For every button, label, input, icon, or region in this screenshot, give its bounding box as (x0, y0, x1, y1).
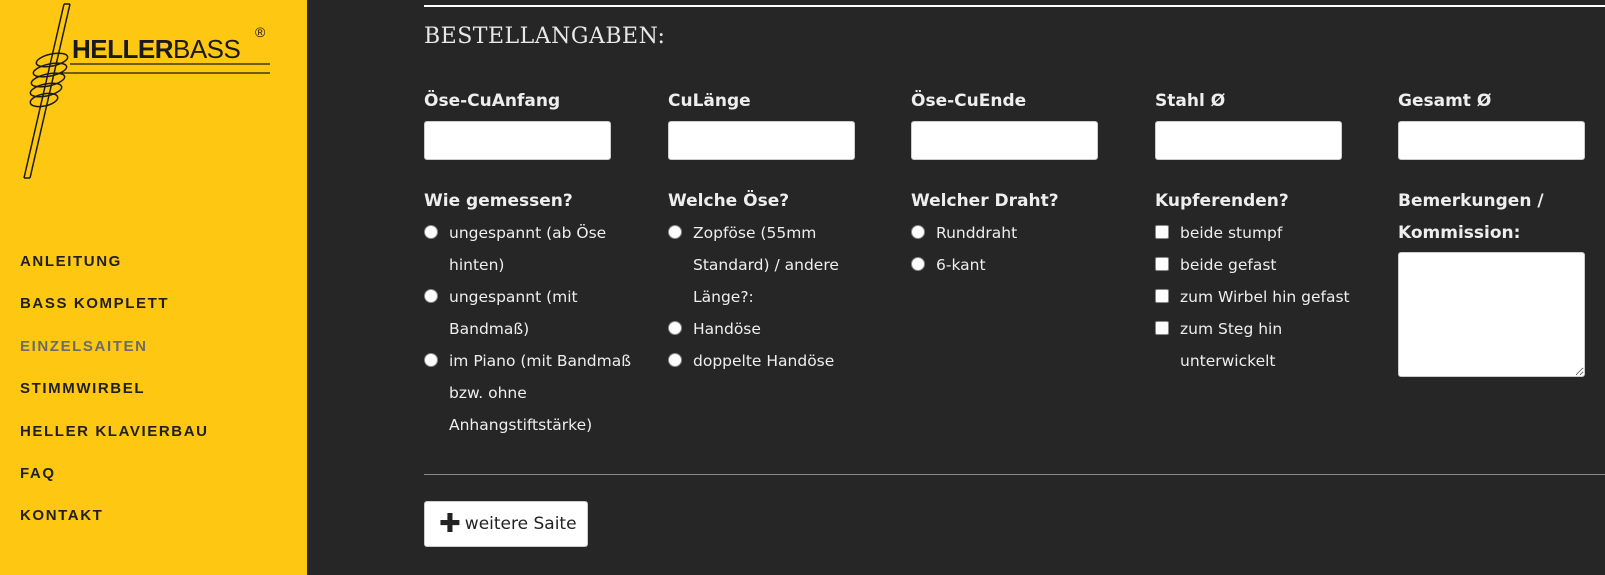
option-label: Runddraht (936, 224, 1018, 242)
order-form: BESTELLANGABEN: Öse-CuAnfang CuLänge Öse… (307, 0, 1605, 575)
eyelet-option[interactable]: Handöse (668, 313, 883, 345)
measured-option[interactable]: ungespannt (ab Öse hinten) (424, 217, 639, 281)
eyelet-option[interactable]: doppelte Handöse (668, 345, 883, 377)
gesamt-durchmesser-input[interactable] (1398, 121, 1585, 160)
radio-button[interactable] (424, 289, 438, 303)
wire-option[interactable]: Runddraht (911, 217, 1126, 249)
eyelet-option[interactable]: Zopföse (55mm Standard) / andere Länge?: (668, 217, 883, 313)
nav-item-einzelsaiten[interactable]: EINZELSAITEN (20, 335, 209, 377)
option-label: ungespannt (ab Öse hinten) (449, 224, 607, 274)
radio-button[interactable] (668, 225, 682, 239)
nav-item-faq[interactable]: FAQ (20, 462, 209, 504)
option-label: beide gefast (1180, 256, 1277, 274)
copper-ends-option[interactable]: zum Steg hin unterwickelt (1155, 313, 1370, 377)
checkbox[interactable] (1155, 257, 1169, 271)
radio-button[interactable] (424, 225, 438, 239)
plus-icon: ✚ (439, 509, 461, 539)
option-label: beide stumpf (1180, 224, 1283, 242)
measured-option[interactable]: im Piano (mit Bandmaß bzw. ohne Anhangst… (424, 345, 639, 441)
measured-group: Wie gemessen? ungespannt (ab Öse hinten)… (424, 185, 639, 441)
field-label: CuLänge (668, 91, 751, 111)
nav-item-stimmwirbel[interactable]: STIMMWIRBEL (20, 377, 209, 419)
field-oese-cu-ende: Öse-CuEnde (911, 85, 1126, 160)
add-string-button[interactable]: ✚ weitere Saite (424, 501, 588, 547)
field-label: Öse-CuAnfang (424, 91, 561, 111)
add-string-label: weitere Saite (464, 514, 577, 534)
bottom-divider (424, 474, 1605, 475)
option-label: Zopföse (55mm Standard) / andere Länge?: (693, 224, 839, 306)
wire-group: Welcher Draht? Runddraht 6-kant (911, 185, 1126, 281)
remarks-label: Bemerkungen / Kommission: (1398, 191, 1544, 243)
wire-label: Welcher Draht? (911, 191, 1059, 211)
copper-ends-label: Kupferenden? (1155, 191, 1289, 211)
option-label: ungespannt (mit Bandmaß) (449, 288, 578, 338)
radio-button[interactable] (668, 353, 682, 367)
registered-mark: ® (255, 24, 266, 40)
copper-ends-option[interactable]: zum Wirbel hin gefast (1155, 281, 1370, 313)
measured-option[interactable]: ungespannt (mit Bandmaß) (424, 281, 639, 345)
option-label: zum Wirbel hin gefast (1180, 288, 1350, 306)
checkbox[interactable] (1155, 321, 1169, 335)
top-divider (424, 5, 1605, 7)
copper-ends-group: Kupferenden? beide stumpf beide gefast z… (1155, 185, 1370, 377)
eyelet-group: Welche Öse? Zopföse (55mm Standard) / an… (668, 185, 883, 377)
option-label: zum Steg hin unterwickelt (1180, 320, 1283, 370)
nav-item-heller-klavierbau[interactable]: HELLER KLAVIERBAU (20, 420, 209, 462)
main-nav: ANLEITUNG BASS KOMPLETT EINZELSAITEN STI… (20, 250, 209, 547)
copper-ends-option[interactable]: beide gefast (1155, 249, 1370, 281)
logo-wordmark-light: BASS (173, 34, 241, 64)
radio-button[interactable] (668, 321, 682, 335)
nav-item-bass-komplett[interactable]: BASS KOMPLETT (20, 292, 209, 334)
field-cu-laenge: CuLänge (668, 85, 883, 160)
bass-string-logo-icon (23, 3, 270, 179)
field-label: Stahl Ø (1155, 91, 1226, 111)
nav-item-kontakt[interactable]: KONTAKT (20, 504, 209, 546)
copper-ends-option[interactable]: beide stumpf (1155, 217, 1370, 249)
cu-laenge-input[interactable] (668, 121, 855, 160)
checkbox[interactable] (1155, 225, 1169, 239)
option-label: 6-kant (936, 256, 986, 274)
wire-option[interactable]: 6-kant (911, 249, 1126, 281)
radio-button[interactable] (911, 225, 925, 239)
eyelet-label: Welche Öse? (668, 191, 790, 211)
measured-label: Wie gemessen? (424, 191, 573, 211)
field-label: Gesamt Ø (1398, 91, 1492, 111)
radio-button[interactable] (911, 257, 925, 271)
logo-wordmark-bold: HELLER (72, 34, 174, 64)
hellerbass-logo[interactable]: HELLERBASS ® (14, 0, 274, 185)
field-oese-cu-anfang: Öse-CuAnfang (424, 85, 639, 160)
radio-button[interactable] (424, 353, 438, 367)
oese-cu-anfang-input[interactable] (424, 121, 611, 160)
option-label: im Piano (mit Bandmaß bzw. ohne Anhangst… (449, 352, 631, 434)
option-label: doppelte Handöse (693, 352, 835, 370)
remarks-group: Bemerkungen / Kommission: (1398, 185, 1598, 377)
oese-cu-ende-input[interactable] (911, 121, 1098, 160)
nav-item-anleitung[interactable]: ANLEITUNG (20, 250, 209, 292)
section-title: BESTELLANGABEN: (424, 24, 666, 49)
field-stahl-durchmesser: Stahl Ø (1155, 85, 1370, 160)
stahl-durchmesser-input[interactable] (1155, 121, 1342, 160)
remarks-textarea[interactable] (1398, 252, 1585, 377)
sidebar: HELLERBASS ® ANLEITUNG BASS KOMPLETT EIN… (0, 0, 307, 575)
field-gesamt-durchmesser: Gesamt Ø (1398, 85, 1605, 160)
checkbox[interactable] (1155, 289, 1169, 303)
option-label: Handöse (693, 320, 761, 338)
field-label: Öse-CuEnde (911, 91, 1027, 111)
logo-wordmark: HELLERBASS (72, 34, 241, 65)
